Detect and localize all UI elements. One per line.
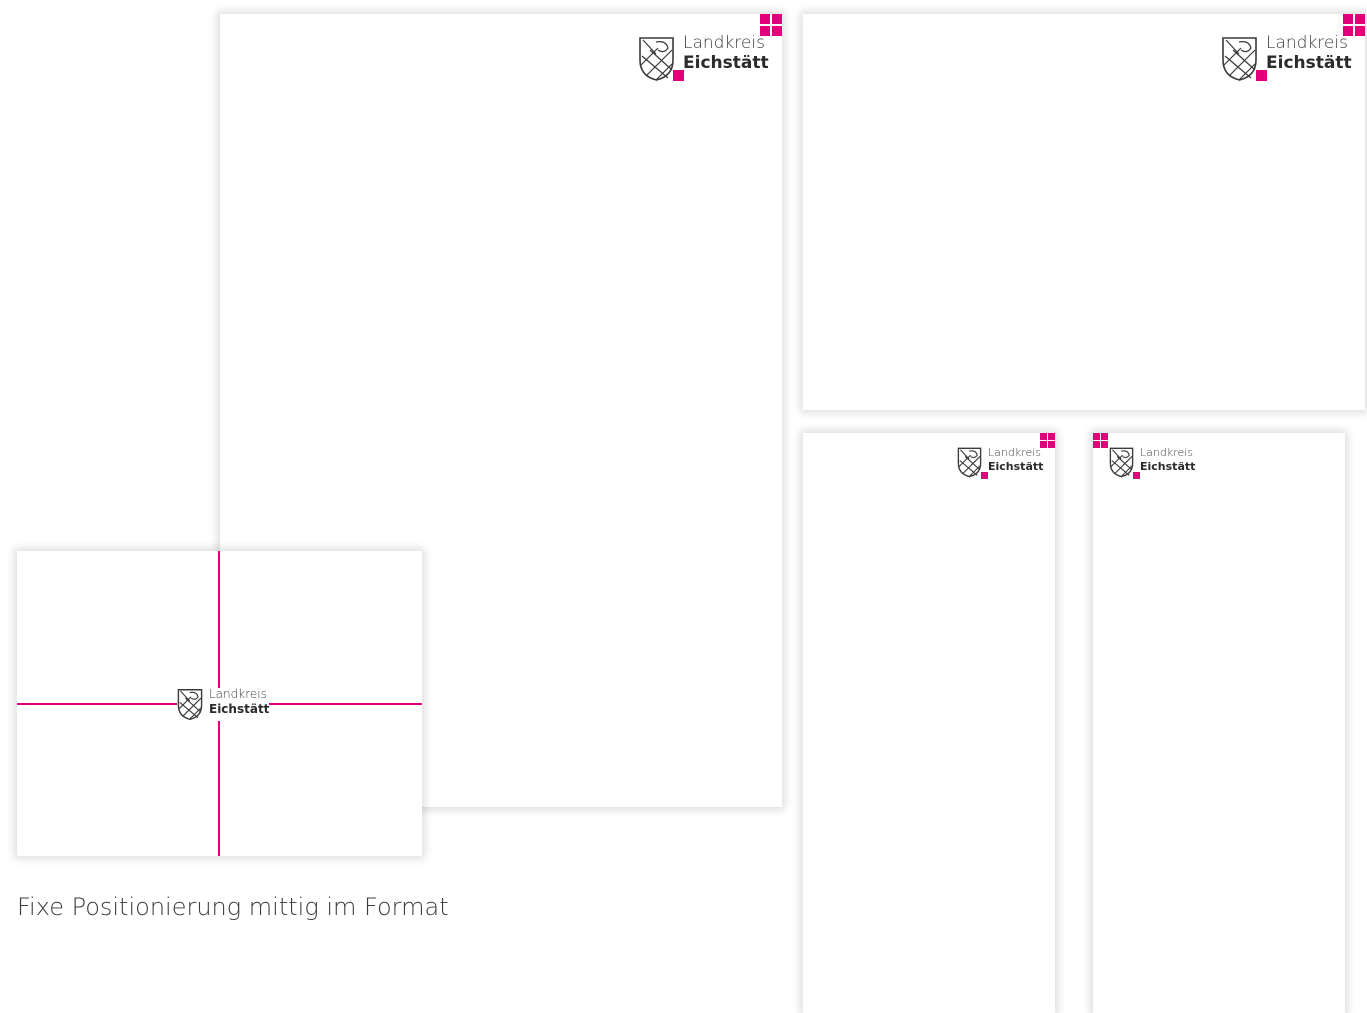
sheet-narrow-right: Landkreis Eichstätt <box>1093 433 1345 1013</box>
magenta-squares-icon <box>1040 433 1055 448</box>
brand-line-1: Landkreis <box>988 446 1042 459</box>
sheet-centered-example: Landkreis Eichstätt <box>17 551 422 856</box>
brand-line-2: Eichstätt <box>988 460 1044 473</box>
brand-line-1: Landkreis <box>683 33 765 53</box>
coat-of-arms-icon <box>177 688 203 721</box>
coat-of-arms-icon <box>638 36 684 82</box>
brand-line-2: Eichstätt <box>1266 53 1352 73</box>
brand-line-2: Eichstätt <box>209 702 270 716</box>
caption: Fixe Positionierung mittig im Format <box>17 893 449 921</box>
brand-line-1: Landkreis <box>1140 446 1194 459</box>
brand-logo: Landkreis Eichstätt <box>1109 446 1196 479</box>
brand-logo: Landkreis Eichstätt <box>638 33 769 82</box>
coat-of-arms-icon <box>957 447 988 479</box>
sheet-narrow-left: Landkreis Eichstätt <box>803 433 1055 1013</box>
brand-line-2: Eichstätt <box>683 53 769 73</box>
coat-of-arms-icon <box>1109 447 1140 479</box>
sheet-landscape: Landkreis Eichstätt <box>803 14 1365 410</box>
brand-logo: Landkreis Eichstätt <box>957 446 1044 479</box>
brand-line-1: Landkreis <box>209 687 267 701</box>
brand-line-2: Eichstätt <box>1140 460 1196 473</box>
coat-of-arms-icon <box>1221 36 1267 82</box>
brand-line-1: Landkreis <box>1266 33 1348 53</box>
brand-logo: Landkreis Eichstätt <box>177 687 270 721</box>
brand-logo: Landkreis Eichstätt <box>1221 33 1352 82</box>
magenta-squares-icon <box>1093 433 1108 448</box>
